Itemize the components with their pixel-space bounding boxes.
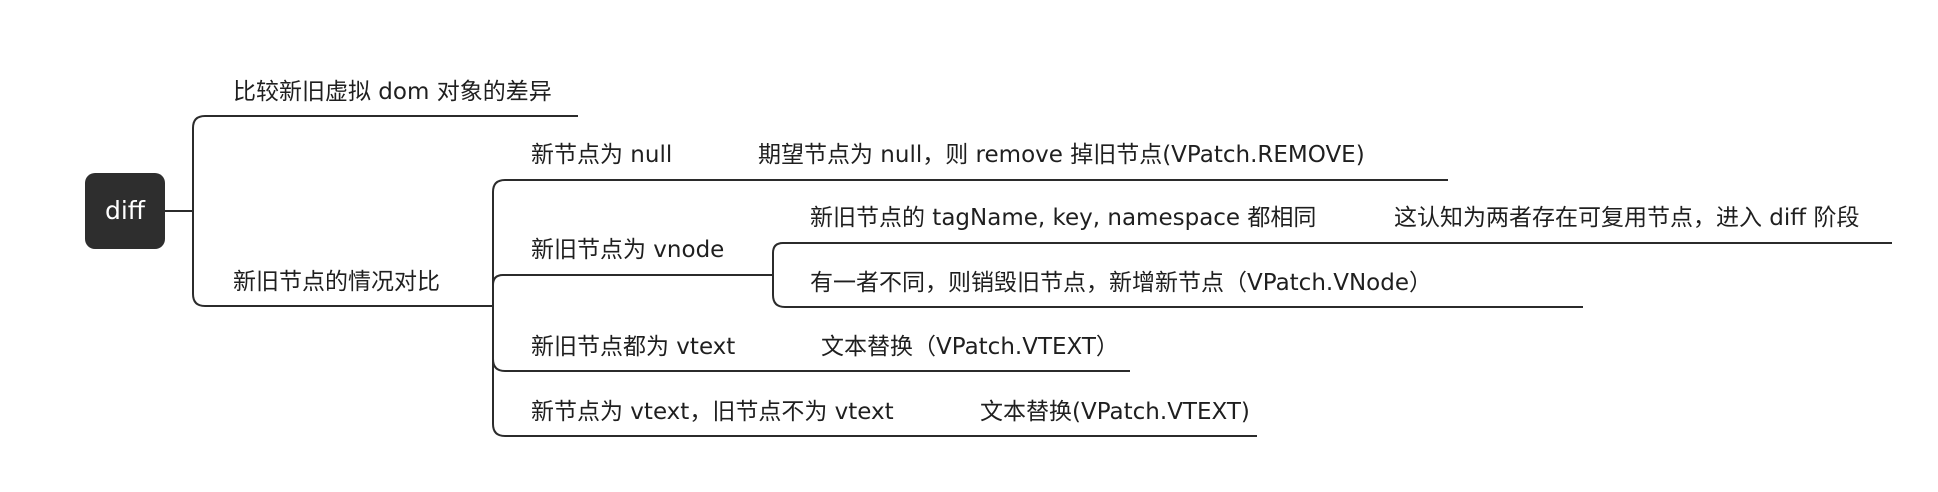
node-different: 有一者不同，则销毁旧节点，新增新节点（VPatch.VNode） — [810, 270, 1432, 296]
node-compare: 比较新旧虚拟 dom 对象的差异 — [233, 79, 552, 105]
node-new-null-result: 期望节点为 null，则 remove 掉旧节点(VPatch.REMOVE) — [758, 142, 1365, 168]
node-new-vtext: 新节点为 vtext，旧节点不为 vtext — [531, 399, 894, 425]
root-node: diff — [85, 173, 165, 249]
node-new-vtext-result: 文本替换(VPatch.VTEXT) — [980, 399, 1250, 425]
node-both-vnode: 新旧节点为 vnode — [531, 237, 724, 263]
node-both-vtext: 新旧节点都为 vtext — [531, 334, 735, 360]
node-same-tag-result: 这认知为两者存在可复用节点，进入 diff 阶段 — [1394, 205, 1859, 231]
node-cases: 新旧节点的情况对比 — [233, 269, 440, 295]
mindmap-diagram: diff 比较新旧虚拟 dom 对象的差异 新旧节点的情况对比 新节点为 nul… — [85, 79, 1892, 437]
connector-root-to-compare — [192, 115, 578, 211]
connector-cases-to-both-vnode — [492, 274, 765, 306]
node-both-vtext-result: 文本替换（VPatch.VTEXT） — [821, 334, 1119, 360]
root-node-label: diff — [105, 196, 146, 225]
node-new-null: 新节点为 null — [531, 142, 672, 168]
node-same-tag: 新旧节点的 tagName, key, namespace 都相同 — [810, 205, 1316, 231]
